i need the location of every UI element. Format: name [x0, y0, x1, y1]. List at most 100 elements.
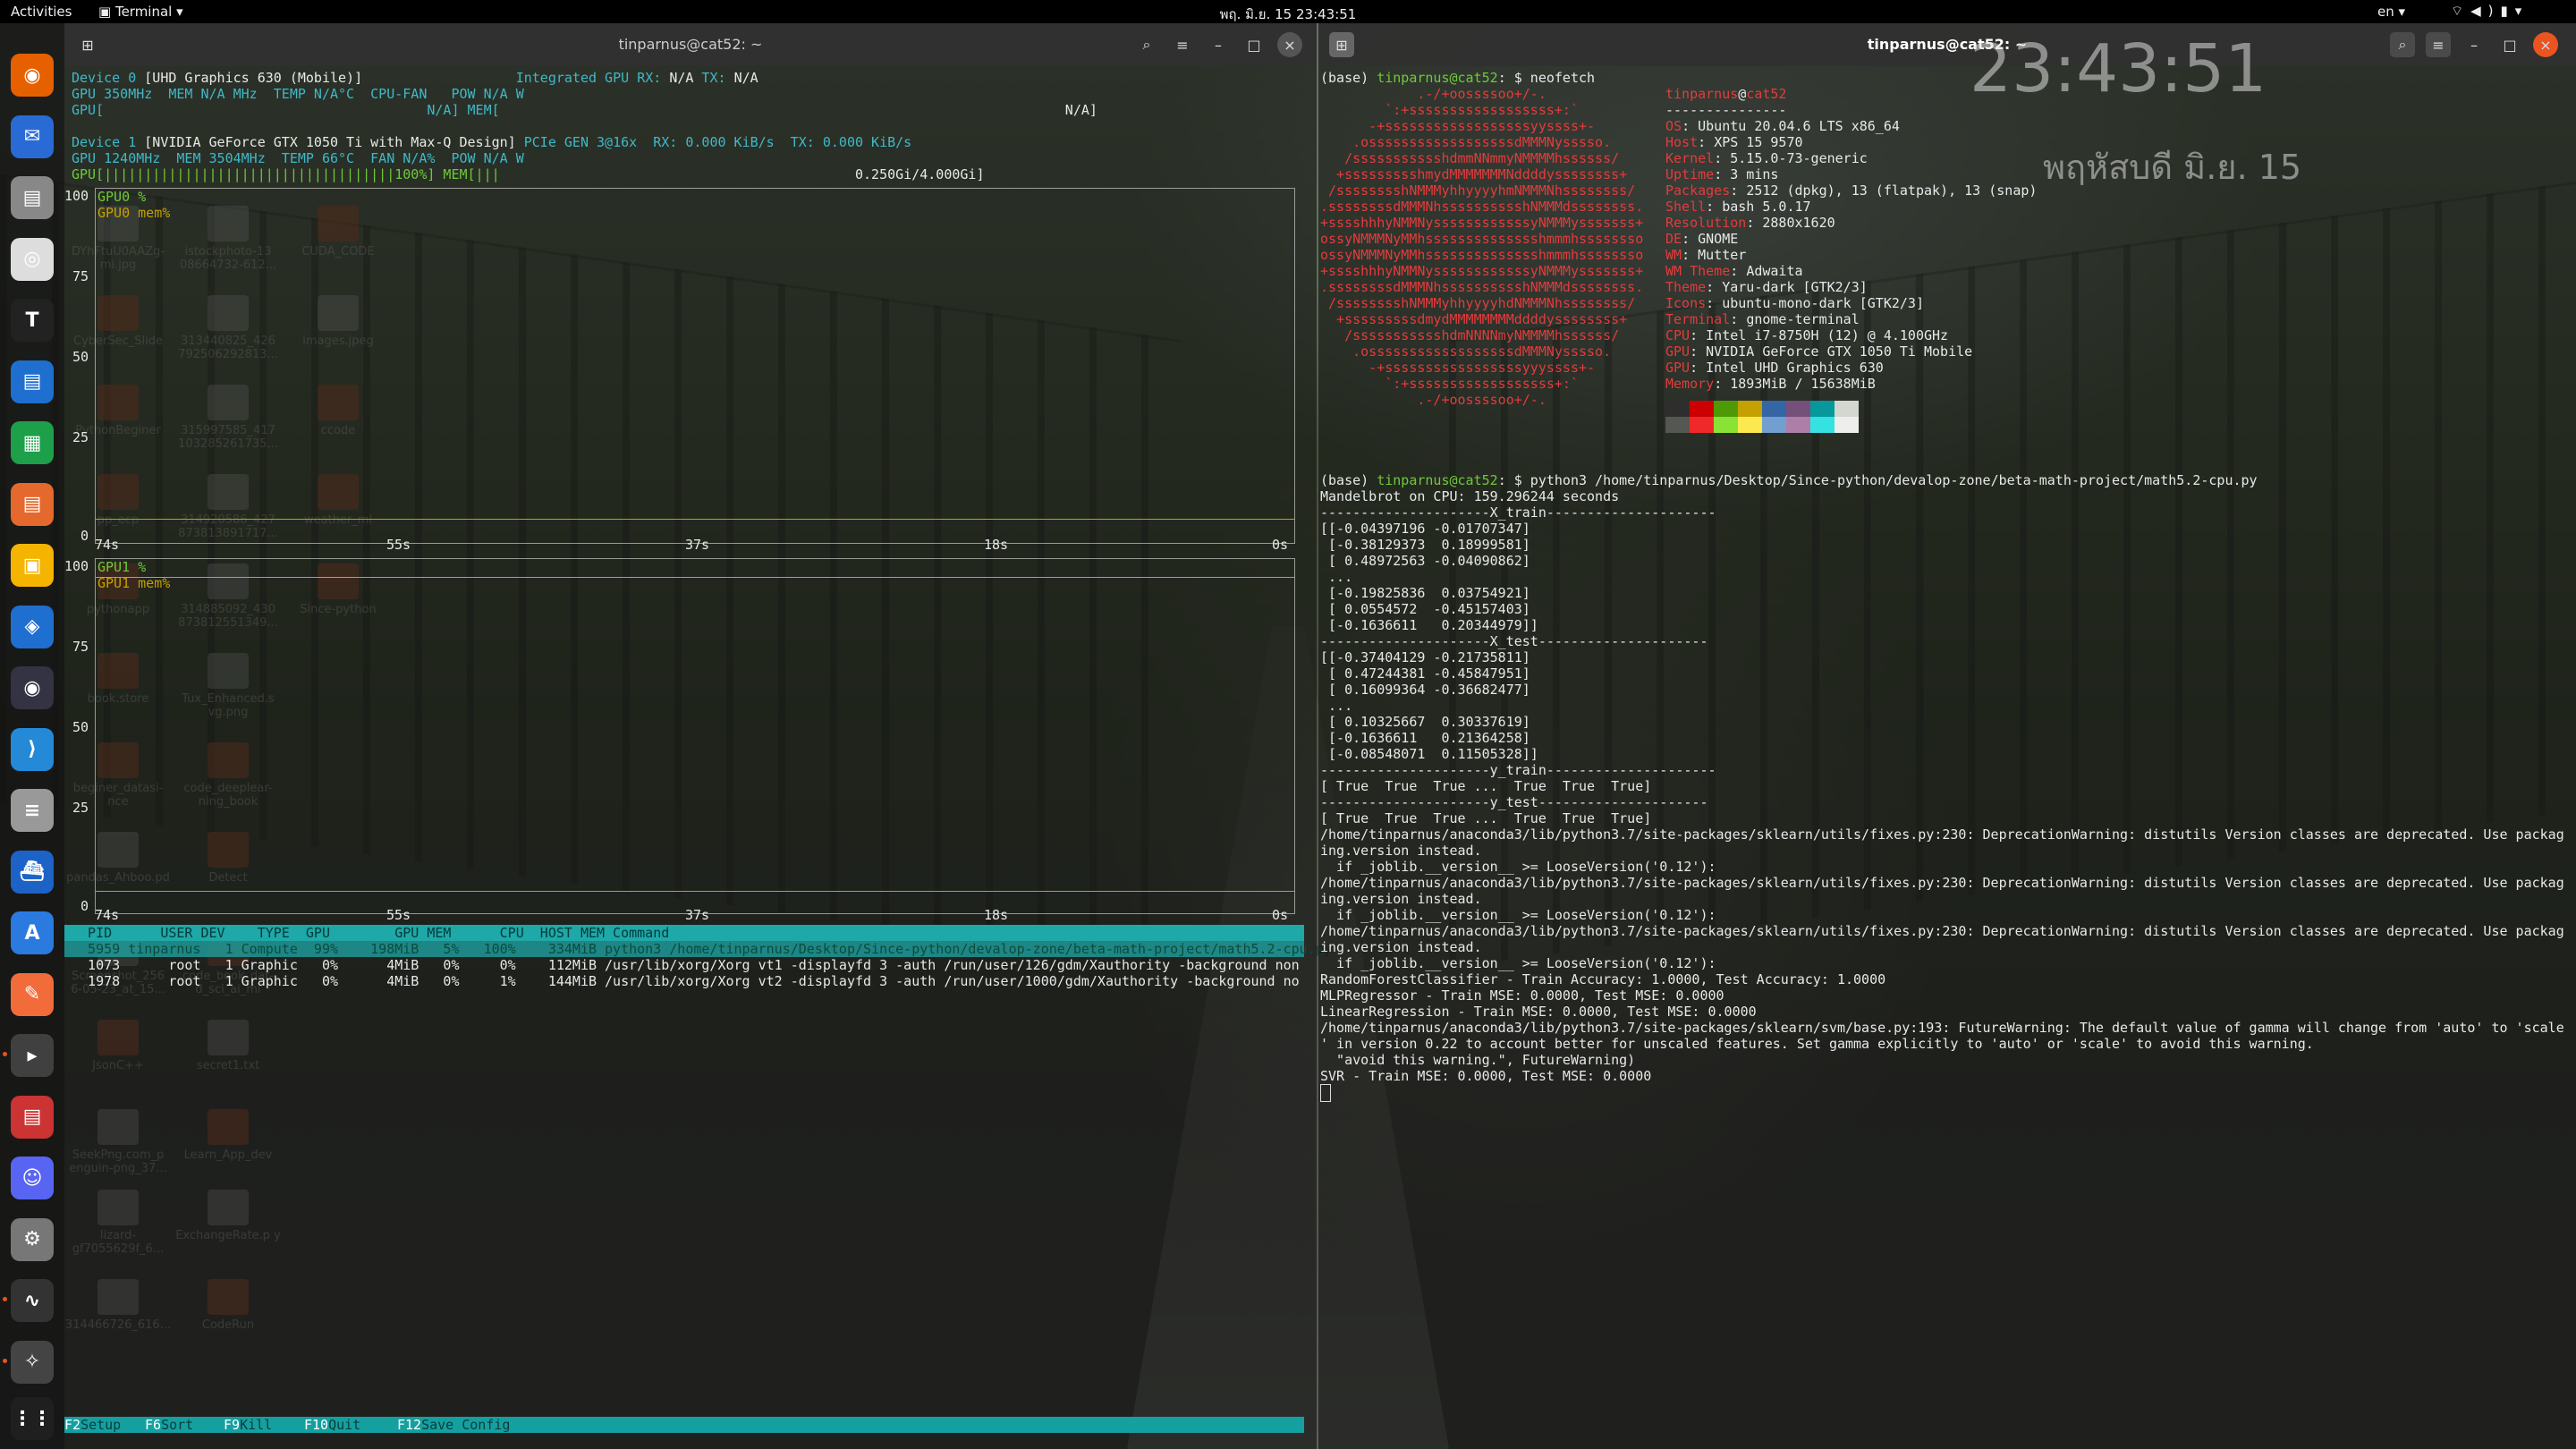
- activities-button[interactable]: Activities: [11, 4, 72, 20]
- system-tray[interactable]: ⌔◀)▮▾: [2451, 3, 2529, 20]
- info-value: 3 mins: [1730, 166, 1779, 182]
- hamburger-menu-icon[interactable]: ≡: [2426, 32, 2451, 57]
- firefox-icon[interactable]: ◉: [11, 54, 54, 97]
- neofetch-info-row: Shell: bash 5.0.17: [1665, 199, 1811, 215]
- clock[interactable]: พฤ. มิ.ย. 15 23:43:51: [1154, 4, 1422, 25]
- neofetch-info-row: Uptime: 3 mins: [1665, 166, 1778, 182]
- neofetch-info-row: Packages: 2512 (dpkg), 13 (flatpak), 13 …: [1665, 182, 2037, 199]
- y-tick-label: 75: [72, 268, 89, 284]
- terminal-icon[interactable]: ▸: [11, 1034, 54, 1077]
- device0-line1: Device 0 [UHD Graphics 630 (Mobile)] Int…: [72, 70, 758, 86]
- terminal-output[interactable]: 23:43:51 พฤหัสบดี มิ.ย. 15 (base) tinpar…: [1318, 36, 2576, 1449]
- thunderbird-icon[interactable]: ✉: [11, 114, 54, 158]
- app-menu[interactable]: ▣ Terminal ▾: [98, 4, 183, 20]
- x-tick-label: 37s: [685, 907, 710, 923]
- ascii-line: +ssssssssshmydMMMMMMMNddddyssssssss+: [1320, 166, 1628, 182]
- palette-swatch: [1738, 417, 1762, 433]
- close-button[interactable]: ×: [2533, 32, 2558, 57]
- fkey-setup[interactable]: F2Setup: [64, 1417, 121, 1433]
- files-icon[interactable]: ▤: [11, 176, 54, 219]
- device1-line1: Device 1 [NVIDIA GeForce GTX 1050 Ti wit…: [72, 134, 911, 150]
- android-studio-icon[interactable]: A: [11, 911, 54, 954]
- conda-env: (base): [1320, 472, 1377, 488]
- gpu1-graph: GPU1 % GPU1 mem%: [95, 558, 1295, 914]
- keyboard-layout-indicator[interactable]: en ▾: [2377, 4, 2405, 20]
- ascii-line: `:+ssssssssssssssssss+:`: [1320, 376, 1579, 392]
- ascii-line: /ssssssssssshdmNNNNmyNMMMMhssssss/: [1320, 327, 1620, 343]
- info-key: OS: [1665, 118, 1682, 134]
- fkey-quit[interactable]: F10Quit: [304, 1417, 360, 1433]
- maximize-button[interactable]: □: [1241, 32, 1267, 57]
- docker-icon[interactable]: ⛴: [11, 850, 54, 894]
- prompt-line: (base) tinparnus@cat52: $ python3 /home/…: [1320, 472, 2258, 488]
- database-icon[interactable]: ≡: [11, 789, 54, 832]
- settings-icon[interactable]: ⚙: [11, 1217, 54, 1261]
- fkey-sort[interactable]: F6Sort: [145, 1417, 193, 1433]
- neofetch-info-row: Icons: ubuntu-mono-dark [GTK2/3]: [1665, 295, 1924, 311]
- output-line: ---------------------X_train------------…: [1320, 504, 1716, 521]
- fkey-save-config[interactable]: F12Save Config: [397, 1417, 510, 1433]
- minimize-button[interactable]: –: [2462, 32, 2487, 57]
- info-value: GNOME: [1698, 231, 1739, 247]
- network-icon: ⌔: [2451, 3, 2471, 19]
- nvtop-output[interactable]: Device 0 [UHD Graphics 630 (Mobile)] Int…: [64, 66, 1332, 1449]
- image-viewer-icon[interactable]: ▣: [11, 544, 54, 587]
- postman-icon[interactable]: ✎: [11, 972, 54, 1016]
- system-monitor-icon[interactable]: ∿: [11, 1279, 54, 1322]
- maximize-button[interactable]: □: [2497, 32, 2522, 57]
- show-apps-icon[interactable]: ⋮⋮: [11, 1397, 54, 1440]
- fkey-key: F10: [304, 1417, 329, 1433]
- output-line: if _joblib.__version__ >= LooseVersion('…: [1320, 955, 1716, 971]
- info-key: GPU: [1665, 360, 1690, 376]
- info-key: CPU: [1665, 327, 1690, 343]
- info-value: ubuntu-mono-dark [GTK2/3]: [1722, 295, 1924, 311]
- ascii-line: .-/+oossssoo+/-.: [1320, 86, 1546, 102]
- writer-icon[interactable]: ▤: [11, 360, 54, 403]
- y-tick-label: 0: [80, 898, 89, 914]
- inkscape-icon[interactable]: ✧: [11, 1340, 54, 1384]
- running-indicator: [3, 1358, 7, 1363]
- rhythmbox-icon[interactable]: ◎: [11, 237, 54, 281]
- palette-swatch: [1786, 401, 1810, 417]
- obs-icon[interactable]: ◉: [11, 666, 54, 709]
- process-row-selected[interactable]: 5959 tinparnus 1 Compute 99% 198MiB 5% 1…: [64, 941, 1332, 957]
- process-table-header[interactable]: PID USER DEV TYPE GPU GPU MEM CPU HOST M…: [64, 925, 1304, 941]
- terminal-window-right[interactable]: ⊞ tinparnus@cat52: ~ ⌕ ≡ – □ × 23:43:51 …: [1318, 23, 2576, 1449]
- device1-gpu-bar: GPU[||||||||||||||||||||||||||||||||||||…: [72, 166, 500, 182]
- process-row[interactable]: 1978 root 1 Graphic 0% 4MiB 0% 1% 144MiB…: [72, 973, 1300, 989]
- output-line: ing.version instead.: [1320, 843, 1482, 859]
- info-colon: :: [1682, 118, 1699, 134]
- device0-tx-label: TX:: [693, 70, 734, 86]
- terminal-window-left[interactable]: ⊞ tinparnus@cat52: ~ ⌕ ≡ – □ × Device 0 …: [64, 23, 1332, 1449]
- output-line: MLPRegressor - Train MSE: 0.0000, Test M…: [1320, 987, 1724, 1004]
- output-line: /home/tinparnus/anaconda3/lib/python3.7/…: [1320, 1020, 2564, 1036]
- palette-swatch: [1665, 401, 1690, 417]
- close-button[interactable]: ×: [1277, 32, 1302, 57]
- gpu0-graph: GPU0 % GPU0 mem%: [95, 188, 1295, 544]
- x-tick-label: 55s: [386, 907, 411, 923]
- vscode-icon[interactable]: ⟩: [11, 727, 54, 771]
- ascii-line: +sssshhhyNMMNyssssssssssssyNMMMysssssss+: [1320, 215, 1644, 231]
- discord-icon[interactable]: ☺: [11, 1157, 54, 1199]
- process-row[interactable]: 1073 root 1 Graphic 0% 4MiB 0% 0% 112MiB…: [72, 957, 1300, 973]
- device0-line2: GPU 350MHz MEM N/A MHz TEMP N/A°C CPU-FA…: [72, 86, 524, 102]
- software-icon[interactable]: ◈: [11, 605, 54, 648]
- minimize-button[interactable]: –: [1206, 32, 1231, 57]
- fkey-kill[interactable]: F9Kill: [224, 1417, 272, 1433]
- info-key: Uptime: [1665, 166, 1715, 182]
- desktop-clock-widget: 23:43:51: [1970, 30, 2267, 107]
- output-line: [-0.38129373 0.18999581]: [1320, 537, 1530, 553]
- info-colon: :: [1730, 263, 1747, 279]
- document-viewer-icon[interactable]: ▤: [11, 1095, 54, 1139]
- search-icon[interactable]: ⌕: [1134, 32, 1159, 57]
- palette-swatch: [1690, 401, 1714, 417]
- calc-icon[interactable]: ▦: [11, 421, 54, 464]
- hamburger-menu-icon[interactable]: ≡: [1170, 32, 1195, 57]
- impress-icon[interactable]: ▤: [11, 482, 54, 526]
- search-icon[interactable]: ⌕: [2390, 32, 2415, 57]
- ascii-line: -+ssssssssssssssssssyyssss+-: [1320, 118, 1596, 134]
- neofetch-at: @: [1738, 86, 1747, 102]
- neofetch-info-row: Memory: 1893MiB / 15638MiB: [1665, 376, 1876, 392]
- y-tick-label: 25: [72, 800, 89, 816]
- typora-icon[interactable]: T: [11, 299, 54, 342]
